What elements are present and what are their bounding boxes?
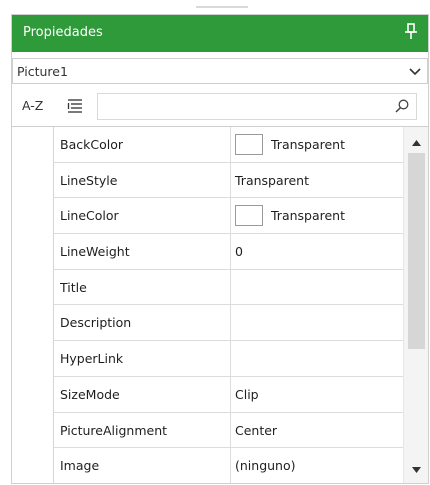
object-selector[interactable]: Picture1 bbox=[12, 58, 428, 84]
property-value[interactable]: Center bbox=[231, 413, 403, 448]
property-value[interactable]: (ninguno) bbox=[231, 448, 403, 483]
chevron-down-icon[interactable] bbox=[407, 63, 423, 79]
property-value[interactable]: 0 bbox=[231, 234, 403, 269]
pin-icon[interactable] bbox=[402, 21, 420, 43]
property-row-description[interactable]: Description bbox=[54, 305, 403, 342]
properties-toolbar: A-Z bbox=[12, 90, 428, 122]
property-name: Description bbox=[54, 305, 231, 341]
property-name: LineStyle bbox=[54, 162, 231, 198]
property-value[interactable]: Transparent bbox=[231, 198, 403, 233]
scroll-down-arrow-icon[interactable] bbox=[411, 463, 422, 473]
property-value[interactable] bbox=[231, 341, 403, 376]
property-row-title[interactable]: Title bbox=[54, 269, 403, 306]
property-value[interactable]: Clip bbox=[231, 377, 403, 412]
panel-titlebar: Propiedades bbox=[12, 15, 428, 52]
property-name: HyperLink bbox=[54, 341, 231, 376]
property-row-lineweight[interactable]: LineWeight 0 bbox=[54, 234, 403, 270]
property-name: Title bbox=[54, 269, 231, 305]
scrollbar-thumb[interactable] bbox=[408, 153, 425, 349]
categorized-list-icon[interactable] bbox=[66, 98, 84, 114]
vertical-scrollbar[interactable] bbox=[403, 127, 428, 483]
property-search-box[interactable] bbox=[97, 93, 417, 120]
property-name: SizeMode bbox=[54, 376, 231, 412]
scroll-up-arrow-icon[interactable] bbox=[411, 136, 422, 146]
property-name: Image bbox=[54, 448, 231, 483]
property-grid: BackColor Transparent LineStyle Transpar… bbox=[12, 126, 428, 483]
property-row-picturealignment[interactable]: PictureAlignment Center bbox=[54, 412, 403, 449]
property-name: PictureAlignment bbox=[54, 412, 231, 448]
property-row-linestyle[interactable]: LineStyle Transparent bbox=[54, 162, 403, 199]
color-value-label: Transparent bbox=[271, 208, 346, 224]
panel-title: Propiedades bbox=[23, 25, 103, 40]
property-value[interactable]: Transparent bbox=[231, 163, 403, 198]
search-icon[interactable] bbox=[394, 98, 410, 114]
property-value[interactable] bbox=[231, 270, 403, 305]
color-swatch[interactable] bbox=[235, 134, 263, 155]
property-row-backcolor[interactable]: BackColor Transparent bbox=[54, 127, 403, 163]
properties-panel: Propiedades Picture1 A-Z BackColor Trans… bbox=[11, 14, 429, 484]
property-search-input[interactable] bbox=[102, 97, 382, 116]
property-grid-gutter bbox=[12, 127, 54, 483]
property-row-hyperlink[interactable]: HyperLink bbox=[54, 341, 403, 377]
property-row-sizemode[interactable]: SizeMode Clip bbox=[54, 376, 403, 413]
property-row-image[interactable]: Image (ninguno) bbox=[54, 448, 403, 483]
color-swatch[interactable] bbox=[235, 205, 263, 227]
property-rows: BackColor Transparent LineStyle Transpar… bbox=[54, 127, 403, 483]
property-name: LineWeight bbox=[54, 234, 231, 269]
sort-alphabetical-button[interactable]: A-Z bbox=[22, 98, 43, 113]
property-value[interactable]: Transparent bbox=[231, 127, 403, 162]
color-value-label: Transparent bbox=[271, 137, 346, 152]
panel-resize-grip[interactable] bbox=[196, 6, 248, 8]
property-name: LineColor bbox=[54, 198, 231, 234]
object-selector-value: Picture1 bbox=[17, 64, 68, 79]
property-value[interactable] bbox=[231, 305, 403, 340]
property-name: BackColor bbox=[54, 127, 231, 162]
property-row-linecolor[interactable]: LineColor Transparent bbox=[54, 198, 403, 235]
